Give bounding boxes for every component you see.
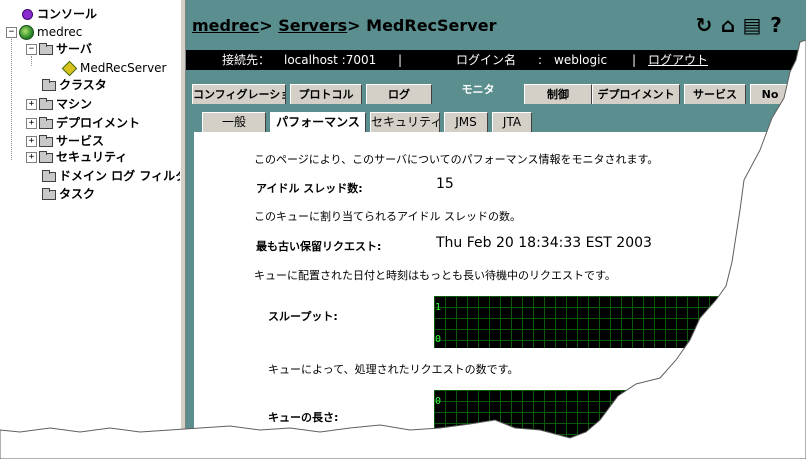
throughput-desc: キューによって、処理されたリクエストの数です。 [268,363,519,376]
refresh-icon[interactable]: ↻ [692,13,716,37]
breadcrumb-current: MedRecServer [366,16,497,35]
folder-icon [42,187,56,200]
folder-icon [39,97,53,110]
server-diamond-icon [61,60,78,77]
folder-icon [42,169,56,182]
collapse-icon[interactable]: − [26,44,37,55]
tree-item-tasks[interactable]: タスク [42,186,95,203]
performance-panel: このページにより、このサーバについてのパフォーマンス情報をモニタされます。 アイ… [194,132,806,459]
tab-more[interactable]: No [750,84,790,104]
subtab-security[interactable]: セキュリティ [370,112,440,132]
expand-icon[interactable]: + [26,118,37,129]
breadcrumb-domain-link[interactable]: medrec [192,16,259,35]
tree-item-services[interactable]: + サービス [26,133,104,150]
tree-item-log-filter[interactable]: ドメイン ログ フィルタ [42,168,187,185]
tab-services[interactable]: サービス [684,84,746,104]
windows-icon[interactable]: ▤ [740,13,764,37]
idle-threads-desc: このキューに割り当てられるアイドル スレッドの数。 [254,210,521,223]
tab-monitor[interactable]: モニタ [436,80,520,114]
subtab-general[interactable]: 一般 [202,112,266,132]
collapse-icon[interactable]: − [6,27,17,38]
subtab-performance[interactable]: パフォーマンス [270,112,366,134]
title-bar: medrec> Servers> MedRecServer ↻ ⌂ ▤ ? [186,0,806,50]
oldest-request-desc: キューに配置された日付と時刻はもっとも長い待機中のリクエストです。 [254,269,616,282]
open-folder-icon [39,42,53,55]
tree-item-deployments[interactable]: + デプロイメント [26,115,140,132]
domain-globe-icon [19,25,34,40]
breadcrumb: medrec> Servers> MedRecServer [192,16,497,35]
login-label: ログイン名 [456,53,517,67]
subtab-jms[interactable]: JMS [444,112,488,132]
folder-icon [39,134,53,147]
throughput-max-label: 1 [435,302,442,313]
tab-log[interactable]: ログ [366,84,432,104]
idle-threads-value: 15 [436,176,454,192]
idle-threads-label: アイドル スレッド数: [256,182,363,195]
tab-control[interactable]: 制御 [524,84,592,104]
tree-item-console[interactable]: コンソール [22,6,97,23]
queue-max-label: 0 [435,396,442,407]
expand-icon[interactable]: + [26,99,37,110]
tree-item-medrecserver[interactable]: MedRecServer [61,60,166,77]
intro-text: このページにより、このサーバについてのパフォーマンス情報をモニタされます。 [254,153,659,166]
folder-icon [39,150,53,163]
tree-item-clusters[interactable]: クラスタ [42,77,107,94]
subtab-jta[interactable]: JTA [492,112,532,132]
oldest-request-value: Thu Feb 20 18:34:33 EST 2003 [436,235,652,251]
queue-length-graph: 0 0 [434,390,774,442]
folder-icon [42,78,56,91]
navigation-tree: コンソール − medrec − サーバ MedRecServer クラスタ + マシ… [0,0,187,459]
tab-protocol[interactable]: プロトコル [290,84,362,104]
session-info-bar: 接続先： localhost :7001 | ログイン名 : weblogic … [186,50,806,70]
expand-icon[interactable]: + [26,136,37,147]
expand-icon[interactable]: + [26,152,37,163]
connect-value: localhost :7001 [284,53,377,67]
tree-item-domain[interactable]: − medrec [6,24,82,41]
tree-item-security[interactable]: + セキュリティ [26,149,127,166]
logout-link[interactable]: ログアウト [648,50,708,70]
breadcrumb-servers-link[interactable]: Servers [278,16,347,35]
folder-icon [39,116,53,129]
help-icon[interactable]: ? [764,13,788,37]
login-value: weblogic [554,53,608,67]
home-icon[interactable]: ⌂ [716,13,740,37]
throughput-min-label: 0 [435,334,442,345]
throughput-label: スループット: [268,310,338,323]
tree-item-machines[interactable]: + マシン [26,96,92,113]
tree-item-servers[interactable]: − サーバ [26,41,92,58]
tab-area: コンフィグレーション プロトコル ログ モニタ 制御 デプロイメント サービス … [186,70,806,459]
oldest-request-label: 最も古い保留リクエスト: [256,240,382,253]
queue-min-label: 0 [435,428,442,439]
connect-label: 接続先： [222,53,271,67]
console-icon [22,9,33,20]
throughput-graph: 1 0 [434,296,774,348]
tab-deployment[interactable]: デプロイメント [592,84,680,104]
tab-configuration[interactable]: コンフィグレーション [192,84,286,104]
queue-length-label: キューの長さ: [268,411,339,424]
main-pane: medrec> Servers> MedRecServer ↻ ⌂ ▤ ? 接続… [186,0,806,459]
